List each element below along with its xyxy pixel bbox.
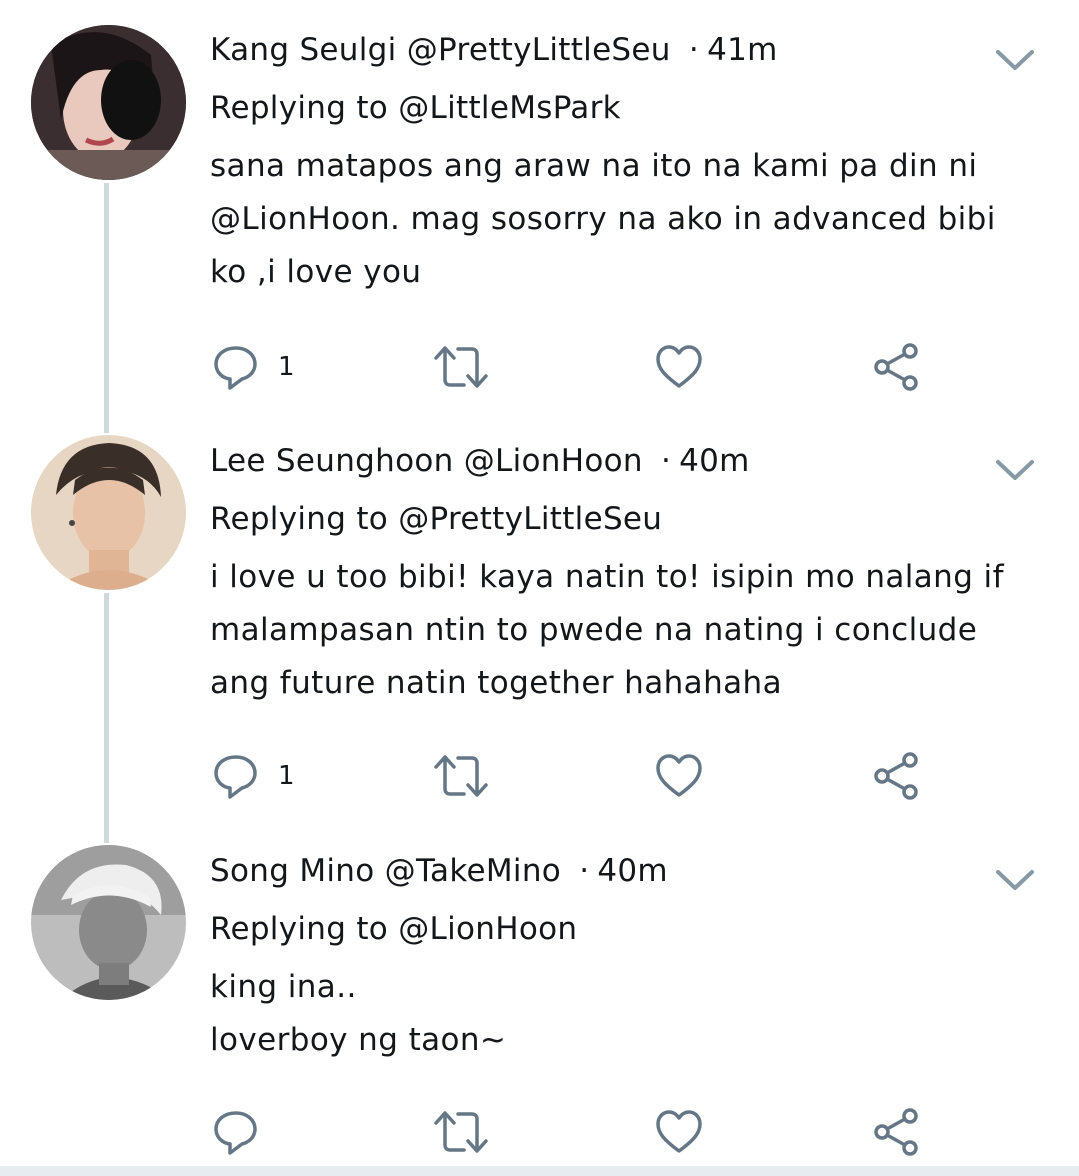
retweet-button[interactable] bbox=[432, 342, 490, 392]
like-button[interactable] bbox=[654, 1107, 704, 1157]
timestamp[interactable]: 41m bbox=[707, 32, 778, 68]
bottom-divider bbox=[0, 1166, 1079, 1176]
retweet-button[interactable] bbox=[432, 1107, 490, 1157]
reply-icon bbox=[214, 1111, 257, 1155]
chevron-down-icon[interactable] bbox=[994, 46, 1036, 76]
like-button[interactable] bbox=[654, 751, 704, 801]
reply-button[interactable] bbox=[210, 1107, 278, 1157]
display-name[interactable]: Lee Seunghoon bbox=[210, 443, 454, 479]
share-button[interactable] bbox=[872, 342, 922, 392]
user-handle[interactable]: @LionHoon bbox=[464, 443, 643, 479]
tweet[interactable]: Kang Seulgi @PrettyLittleSeu · 41m Replyi… bbox=[0, 0, 1079, 410]
like-button[interactable] bbox=[654, 342, 704, 392]
heart-icon bbox=[656, 345, 702, 388]
timestamp[interactable]: 40m bbox=[679, 443, 750, 479]
share-button[interactable] bbox=[872, 1107, 922, 1157]
avatar-image bbox=[31, 25, 186, 180]
share-icon bbox=[874, 1108, 918, 1156]
reply-count: 1 bbox=[278, 352, 295, 382]
separator-dot: · bbox=[688, 32, 700, 68]
retweet-icon bbox=[434, 346, 488, 388]
separator-dot: · bbox=[660, 443, 672, 479]
heart-icon bbox=[656, 754, 702, 797]
share-button[interactable] bbox=[872, 751, 922, 801]
display-name[interactable]: Kang Seulgi bbox=[210, 32, 397, 68]
tweet-text: i love u too bibi! kaya natin to! isipin… bbox=[210, 559, 1004, 701]
tweet[interactable]: Song Mino @TakeMino · 40m Replying to @Li… bbox=[0, 820, 1079, 1166]
avatar[interactable] bbox=[31, 25, 186, 180]
reply-icon bbox=[214, 346, 257, 390]
avatar-image bbox=[31, 845, 186, 1000]
separator-dot: · bbox=[579, 853, 590, 889]
replying-to[interactable]: Replying to @LittleMsPark bbox=[210, 88, 621, 128]
retweet-icon bbox=[434, 755, 488, 797]
retweet-icon bbox=[434, 1111, 488, 1153]
tweet-text: sana matapos ang araw na ito na kami pa … bbox=[210, 148, 996, 290]
tweet-header: Kang Seulgi @PrettyLittleSeu · 41m bbox=[210, 30, 778, 70]
avatar-image bbox=[31, 435, 186, 590]
reply-icon bbox=[214, 755, 257, 799]
avatar[interactable] bbox=[31, 845, 186, 1000]
share-icon bbox=[874, 752, 918, 800]
avatar[interactable] bbox=[31, 435, 186, 590]
tweet[interactable]: Lee Seunghoon @LionHoon · 40m Replying to… bbox=[0, 410, 1079, 820]
tweet-text: king ina.. loverboy ng taon~ bbox=[210, 969, 507, 1058]
user-handle[interactable]: @TakeMino bbox=[385, 853, 561, 889]
tweet-header: Song Mino @TakeMino · 40m bbox=[210, 851, 668, 891]
replying-to[interactable]: Replying to @PrettyLittleSeu bbox=[210, 499, 662, 539]
retweet-button[interactable] bbox=[432, 751, 490, 801]
tweet-header: Lee Seunghoon @LionHoon · 40m bbox=[210, 441, 750, 481]
user-handle[interactable]: @PrettyLittleSeu bbox=[407, 32, 671, 68]
chevron-down-icon[interactable] bbox=[994, 866, 1036, 896]
reply-count: 1 bbox=[278, 761, 295, 791]
display-name[interactable]: Song Mino bbox=[210, 853, 375, 889]
heart-icon bbox=[656, 1110, 702, 1153]
share-icon bbox=[874, 343, 918, 391]
reply-button[interactable]: 1 bbox=[210, 342, 295, 392]
chevron-down-icon[interactable] bbox=[994, 456, 1036, 486]
timestamp[interactable]: 40m bbox=[597, 853, 668, 889]
reply-button[interactable]: 1 bbox=[210, 751, 295, 801]
replying-to[interactable]: Replying to @LionHoon bbox=[210, 909, 577, 949]
